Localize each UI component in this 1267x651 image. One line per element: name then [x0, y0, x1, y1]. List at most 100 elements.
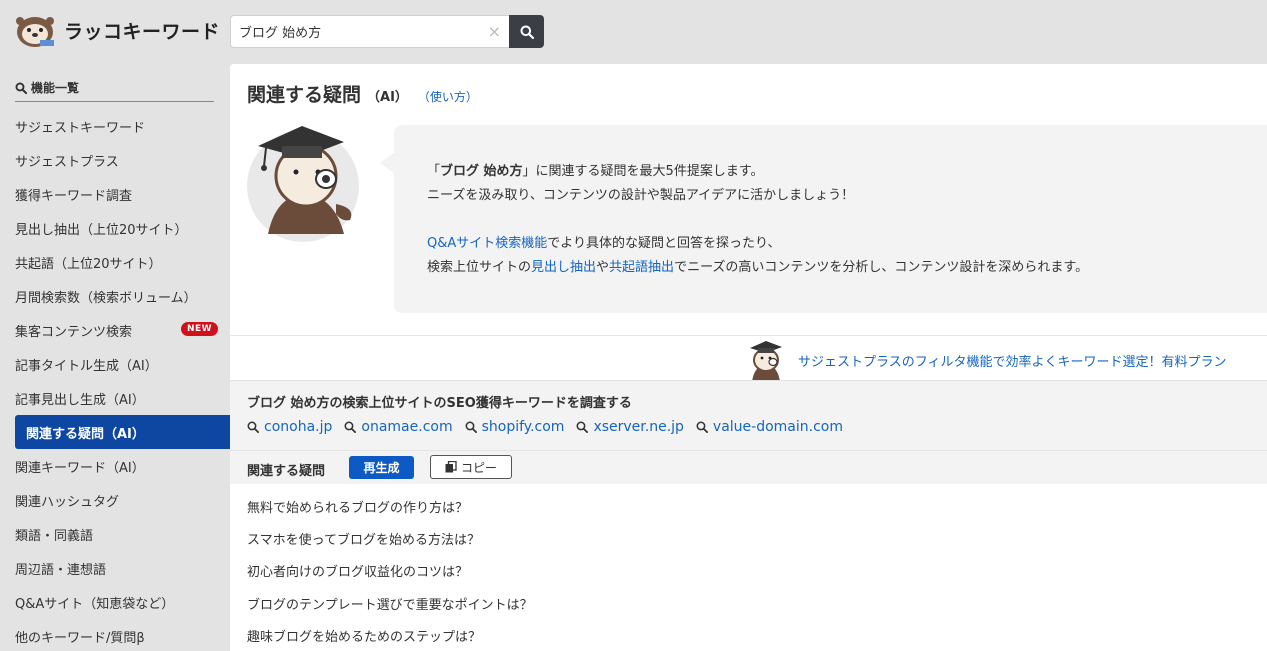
headings-extract-link[interactable]: 見出し抽出 [531, 260, 596, 275]
sidebar-menu: サジェストキーワード サジェストプラス 獲得キーワード調査 見出し抽出（上位20… [0, 109, 230, 651]
sidebar-item-label: 記事見出し生成（AI） [15, 392, 145, 408]
how-to-link[interactable]: （使い方） [418, 88, 478, 105]
search-icon [696, 421, 708, 433]
sidebar-item-label: 関連キーワード（AI） [15, 460, 145, 476]
intro-line-4: 検索上位サイトの見出し抽出や共起語抽出でニーズの高いコンテンツを分析し、コンテン… [427, 256, 1088, 280]
sidebar-item-label: 他のキーワード/質問β [15, 630, 145, 646]
sidebar-item-qa-sites[interactable]: Q&Aサイト（知恵袋など） [0, 585, 230, 619]
sidebar-item-label: 関連する疑問（AI） [26, 426, 145, 442]
site-name: shopify.com [481, 419, 565, 435]
sidebar-heading: 機能一覧 [15, 74, 214, 102]
sidebar-item-heading-gen[interactable]: 記事見出し生成（AI） [0, 381, 230, 415]
sidebar-item-search-volume[interactable]: 月間検索数（検索ボリューム） [0, 279, 230, 313]
search-icon [15, 82, 27, 94]
site-name: onamae.com [361, 419, 453, 435]
question-item: スマホを使ってブログを始める方法は？ [247, 532, 480, 548]
open-quote: 「 [427, 164, 441, 179]
question-item: ブログのテンプレート選びで重要なポイントは？ [247, 597, 533, 613]
page-title: 関連する疑問 （AI） （使い方） [247, 80, 478, 107]
app-name: ラッコキーワード [64, 20, 221, 43]
clear-icon[interactable]: × [488, 23, 501, 41]
intro-line-2: ニーズを汲み取り、コンテンツの設計や製品アイデアに活かしましょう！ [427, 188, 855, 203]
sidebar-item-label: 周辺語・連想語 [15, 562, 107, 578]
intro-line-4-rest: でニーズの高いコンテンツを分析し、コンテンツ設計を深められます。 [674, 260, 1089, 275]
otter-small-illustration [750, 341, 782, 382]
sidebar-item-related-questions[interactable]: 関連する疑問（AI） [15, 415, 230, 449]
promo-banner: サジェストプラスのフィルタ機能で効率よくキーワード選定！有料プラン [746, 338, 1226, 382]
site-link[interactable]: value-domain.com [696, 419, 843, 435]
page-title-suffix: （AI） [367, 90, 408, 105]
sidebar-item-label: 集客コンテンツ検索 [15, 324, 133, 340]
sidebar-item-label: サジェストキーワード [15, 120, 146, 136]
search-box: × [230, 15, 509, 48]
sidebar-item-cooccurrence[interactable]: 共起語（上位20サイト） [0, 245, 230, 279]
question-item: 初心者向けのブログ収益化のコツは？ [247, 565, 469, 581]
question-item: 趣味ブログを始めるためのステップは？ [247, 629, 482, 645]
intro-text: 「ブログ 始め方」に関連する疑問を最大5件提案します。 ニーズを汲み取り、コンテ… [427, 160, 1088, 280]
site-link[interactable]: shopify.com [465, 419, 565, 435]
regenerate-button[interactable]: 再生成 [349, 456, 414, 479]
site-name: xserver.ne.jp [593, 419, 684, 435]
sidebar-item-associations[interactable]: 周辺語・連想語 [0, 551, 230, 585]
top-bar: ラッコキーワード × [0, 0, 1267, 64]
seo-site-list: conoha.jp onamae.com shopify.com xserver… [247, 419, 843, 435]
copy-button[interactable]: コピー [430, 455, 512, 479]
search-icon [465, 421, 477, 433]
intro-line-1: 「ブログ 始め方」に関連する疑問を最大5件提案します。 [427, 160, 1088, 184]
intro-speech-bubble: 「ブログ 始め方」に関連する疑問を最大5件提案します。 ニーズを汲み取り、コンテ… [394, 125, 1267, 313]
sidebar-item-label: サジェストプラス [15, 154, 119, 170]
question-item: 無料で始められるブログの作り方は？ [247, 500, 469, 516]
intro-line-4-pre: 検索上位サイトの [427, 260, 532, 275]
questions-list: 無料で始められるブログの作り方は？ スマホを使ってブログを始める方法は？ 初心者… [247, 490, 533, 651]
sidebar-item-label: 獲得キーワード調査 [15, 188, 133, 204]
search-icon [344, 421, 357, 433]
sidebar-heading-label: 機能一覧 [31, 81, 80, 95]
site-name: value-domain.com [712, 419, 843, 435]
sidebar-item-suggest-plus[interactable]: サジェストプラス [0, 143, 230, 177]
page-title-text: 関連する疑問 [247, 84, 362, 106]
new-badge: NEW [181, 322, 219, 336]
main-panel: 関連する疑問 （AI） （使い方） 「ブログ 始め方」に関連する疑問を最大5件提… [230, 64, 1267, 651]
sidebar-item-related-keywords[interactable]: 関連キーワード（AI） [0, 449, 230, 483]
intro-keyword: ブログ 始め方 [440, 164, 523, 179]
cooccurrence-link[interactable]: 共起語抽出 [609, 260, 674, 275]
sidebar-item-label: Q&Aサイト（知恵袋など） [15, 596, 175, 612]
search-button[interactable] [509, 15, 544, 48]
copy-icon [445, 461, 457, 473]
site-name: conoha.jp [264, 419, 333, 435]
search-icon [576, 421, 589, 433]
sidebar-item-other-keywords[interactable]: 他のキーワード/質問β [0, 619, 230, 651]
site-link[interactable]: onamae.com [344, 419, 453, 435]
intro-line-1-rest: 」に関連する疑問を最大5件提案します。 [522, 164, 764, 179]
sidebar-item-label: 類語・同義語 [15, 528, 94, 544]
sidebar-item-acquired-keywords[interactable]: 獲得キーワード調査 [0, 177, 230, 211]
sidebar-item-label: 関連ハッシュタグ [15, 494, 120, 510]
promo-link[interactable]: サジェストプラスのフィルタ機能で効率よくキーワード選定！有料プラン [798, 351, 1226, 370]
intro-line-3-rest: でより具体的な疑問と回答を探ったり、 [547, 236, 781, 251]
sidebar-item-label: 見出し抽出（上位20サイト） [15, 222, 188, 238]
search-input[interactable] [231, 24, 471, 39]
logo[interactable]: ラッコキーワード [14, 12, 220, 48]
sidebar-item-content-search[interactable]: 集客コンテンツ検索 NEW [0, 313, 230, 347]
speech-bubble-tail [380, 152, 395, 174]
sidebar-item-suggest-keyword[interactable]: サジェストキーワード [0, 109, 230, 143]
search-icon [247, 421, 259, 433]
otter-logo-icon [16, 17, 54, 47]
qa-search-link[interactable]: Q&Aサイト検索機能 [427, 236, 547, 251]
search-icon [520, 25, 534, 39]
intro-line-3: Q&Aサイト検索機能でより具体的な疑問と回答を探ったり、 [427, 232, 1088, 256]
site-link[interactable]: conoha.jp [247, 419, 332, 435]
divider [230, 335, 1267, 336]
site-link[interactable]: xserver.ne.jp [576, 419, 684, 435]
otter-professor-illustration [247, 126, 359, 242]
sidebar-item-headings[interactable]: 見出し抽出（上位20サイト） [0, 211, 230, 245]
sidebar-item-hashtags[interactable]: 関連ハッシュタグ [0, 483, 230, 517]
sidebar-item-label: 記事タイトル生成（AI） [15, 358, 158, 374]
intro-line-4-mid: や [596, 260, 610, 275]
sidebar-item-synonyms[interactable]: 類語・同義語 [0, 517, 230, 551]
sidebar-item-title-gen[interactable]: 記事タイトル生成（AI） [0, 347, 230, 381]
sidebar-item-label: 共起語（上位20サイト） [15, 256, 162, 272]
sidebar-item-label: 月間検索数（検索ボリューム） [15, 290, 197, 306]
seo-section-title: ブログ 始め方の検索上位サイトのSEO獲得キーワードを調査する [247, 396, 632, 411]
